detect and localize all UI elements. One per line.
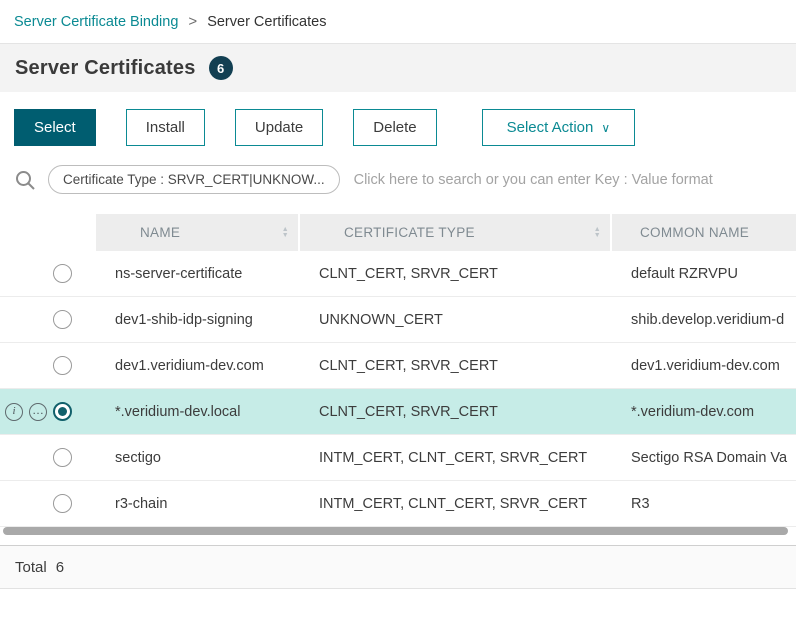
info-icon[interactable]: i [5, 403, 23, 421]
server-certificates-page: Server Certificate Binding > Server Cert… [0, 0, 796, 589]
page-title: Server Certificates [15, 57, 196, 80]
cell-certificate-type: INTM_CERT, CLNT_CERT, SRVR_CERT [300, 496, 612, 512]
scrollbar-thumb[interactable] [3, 527, 788, 535]
column-header-name[interactable]: NAME ▲▼ [96, 214, 300, 251]
column-header-common-name[interactable]: COMMON NAME [612, 214, 796, 251]
cell-name: dev1.veridium-dev.com [96, 358, 300, 374]
table-footer: Total 6 [0, 545, 796, 589]
update-button[interactable]: Update [235, 109, 323, 146]
radio-button[interactable] [53, 494, 72, 513]
more-actions-icon[interactable]: … [29, 403, 47, 421]
row-controls [0, 435, 96, 480]
certificates-table: NAME ▲▼ CERTIFICATE TYPE ▲▼ COMMON NAME … [0, 214, 796, 527]
toolbar: Select Install Update Delete Select Acti… [0, 92, 796, 163]
table-row[interactable]: dev1-shib-idp-signing UNKNOWN_CERT shib.… [0, 297, 796, 343]
horizontal-scrollbar [3, 527, 793, 535]
cell-name: dev1-shib-idp-signing [96, 312, 300, 328]
table-header: NAME ▲▼ CERTIFICATE TYPE ▲▼ COMMON NAME [0, 214, 796, 251]
cell-certificate-type: UNKNOWN_CERT [300, 312, 612, 328]
breadcrumb-link-server-certificate-binding[interactable]: Server Certificate Binding [14, 14, 178, 30]
column-header-spacer [0, 214, 96, 251]
select-action-button[interactable]: Select Action ∨ [482, 109, 636, 146]
search-input[interactable] [352, 171, 782, 189]
sort-icon: ▲▼ [282, 227, 289, 239]
cell-certificate-type: CLNT_CERT, SRVR_CERT [300, 358, 612, 374]
cell-name: ns-server-certificate [96, 266, 300, 282]
row-controls [0, 481, 96, 526]
install-button[interactable]: Install [126, 109, 205, 146]
cell-common-name: dev1.veridium-dev.com [612, 358, 796, 374]
breadcrumb-separator-icon: > [188, 13, 197, 30]
column-header-certificate-type[interactable]: CERTIFICATE TYPE ▲▼ [300, 214, 612, 251]
cell-common-name: Sectigo RSA Domain Va [612, 450, 796, 466]
cell-common-name: *.veridium-dev.com [612, 404, 796, 420]
table-row[interactable]: i … *.veridium-dev.local CLNT_CERT, SRVR… [0, 389, 796, 435]
search-icon [14, 169, 36, 191]
table-row[interactable]: sectigo INTM_CERT, CLNT_CERT, SRVR_CERT … [0, 435, 796, 481]
select-action-label: Select Action [507, 119, 594, 136]
breadcrumb-current: Server Certificates [207, 14, 326, 30]
cell-certificate-type: CLNT_CERT, SRVR_CERT [300, 266, 612, 282]
filter-chip-certificate-type[interactable]: Certificate Type : SRVR_CERT|UNKNOW... [48, 165, 340, 194]
cell-name: sectigo [96, 450, 300, 466]
radio-button[interactable] [53, 264, 72, 283]
row-controls [0, 343, 96, 388]
table-row[interactable]: ns-server-certificate CLNT_CERT, SRVR_CE… [0, 251, 796, 297]
cell-name: r3-chain [96, 496, 300, 512]
cell-certificate-type: INTM_CERT, CLNT_CERT, SRVR_CERT [300, 450, 612, 466]
delete-button[interactable]: Delete [353, 109, 436, 146]
row-controls [0, 297, 96, 342]
radio-button[interactable] [53, 448, 72, 467]
row-controls: i … [0, 389, 96, 434]
chevron-down-icon: ∨ [601, 121, 610, 135]
radio-button[interactable] [53, 310, 72, 329]
select-button[interactable]: Select [14, 109, 96, 146]
title-bar: Server Certificates 6 [0, 44, 796, 92]
cell-certificate-type: CLNT_CERT, SRVR_CERT [300, 404, 612, 420]
column-header-name-label: NAME [140, 225, 180, 240]
radio-button[interactable] [53, 402, 72, 421]
cell-common-name: shib.develop.veridium-d [612, 312, 796, 328]
sort-icon: ▲▼ [594, 227, 601, 239]
table-row[interactable]: r3-chain INTM_CERT, CLNT_CERT, SRVR_CERT… [0, 481, 796, 527]
column-header-common-name-label: COMMON NAME [640, 225, 749, 240]
column-header-certificate-type-label: CERTIFICATE TYPE [344, 225, 475, 240]
breadcrumb: Server Certificate Binding > Server Cert… [0, 0, 796, 44]
cell-common-name: R3 [612, 496, 796, 512]
count-badge: 6 [209, 56, 233, 80]
cell-common-name: default RZRVPU [612, 266, 796, 282]
total-value: 6 [56, 559, 64, 576]
cell-name: *.veridium-dev.local [96, 404, 300, 420]
row-controls [0, 251, 96, 296]
search-bar: Certificate Type : SRVR_CERT|UNKNOW... [0, 163, 796, 206]
radio-button[interactable] [53, 356, 72, 375]
table-row[interactable]: dev1.veridium-dev.com CLNT_CERT, SRVR_CE… [0, 343, 796, 389]
total-label: Total [15, 559, 47, 576]
